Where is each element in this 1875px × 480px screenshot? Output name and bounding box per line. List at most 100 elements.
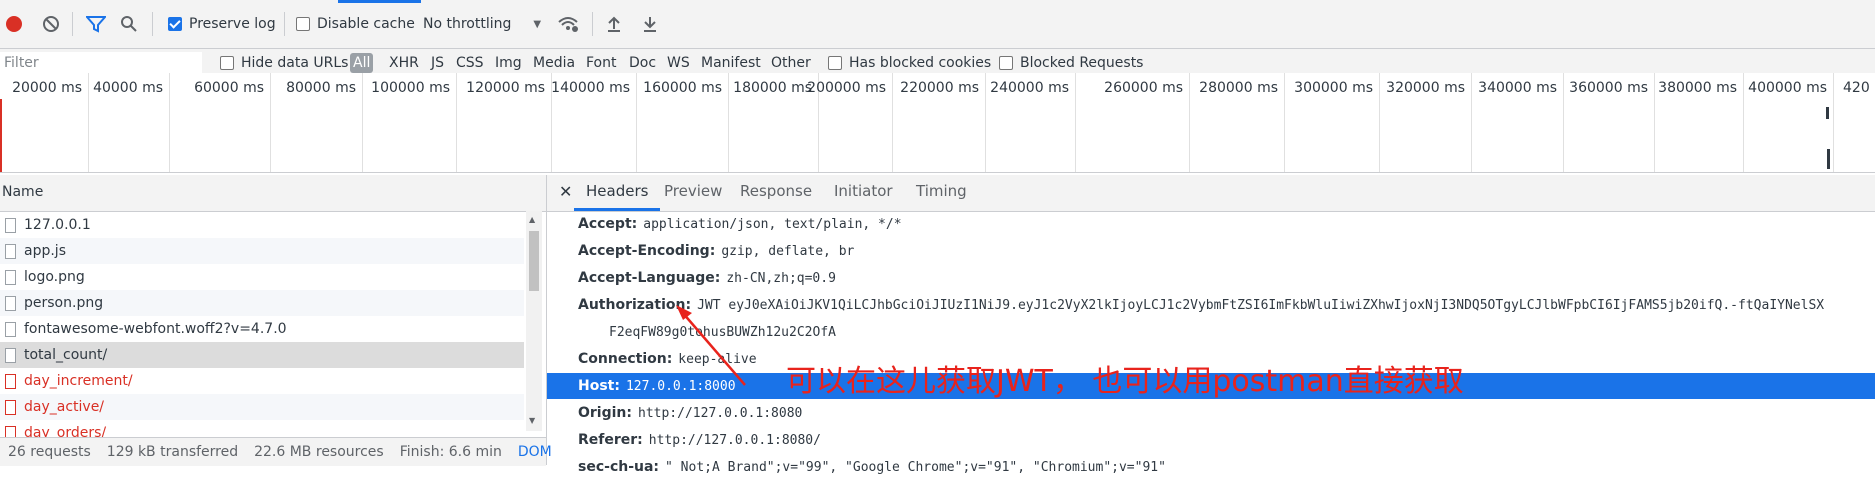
request-row[interactable]: fontawesome-webfont.woff2?v=4.7.0 xyxy=(0,316,524,342)
overview-request-bar xyxy=(1827,149,1830,169)
has-blocked-cookies-toggle[interactable]: Has blocked cookies xyxy=(828,54,991,72)
search-button[interactable] xyxy=(120,12,138,36)
header-value: keep-alive xyxy=(678,352,757,367)
network-toolbar: Preserve log Disable cache No throttling… xyxy=(0,0,1875,49)
header-row[interactable]: Accept-Encoding: gzip, deflate, br xyxy=(547,238,1875,264)
header-row[interactable]: sec-ch-ua: " Not;A Brand";v="99", "Google… xyxy=(547,454,1875,480)
request-list-scrollbar[interactable]: ▲ ▼ xyxy=(526,211,542,431)
header-value: F2eqFW89g0tohusBUWZh12u2C2OfA xyxy=(609,325,836,340)
header-row[interactable]: Authorization: JWT eyJ0eXAiOiJKV1QiLCJhbG… xyxy=(547,292,1875,318)
tab-preview[interactable]: Preview xyxy=(652,175,734,211)
timeline-tick-label: 300000 ms xyxy=(1294,80,1373,96)
toolbar-divider xyxy=(72,12,73,36)
timeline-tick-label: 380000 ms xyxy=(1658,80,1737,96)
timeline-gridline xyxy=(169,73,170,172)
type-filter-font[interactable]: Font xyxy=(583,53,619,73)
hide-data-urls-checkbox[interactable] xyxy=(220,56,234,70)
timeline-tick-label: 160000 ms xyxy=(643,80,722,96)
preserve-log-toggle[interactable]: Preserve log xyxy=(168,12,276,36)
timeline-gridline xyxy=(88,73,89,172)
network-conditions-button[interactable] xyxy=(557,12,579,36)
type-filter-other[interactable]: Other xyxy=(768,53,814,73)
import-har-button[interactable] xyxy=(606,12,622,36)
active-panel-indicator xyxy=(338,0,421,3)
blocked-requests-checkbox[interactable] xyxy=(999,56,1013,70)
request-row[interactable]: total_count/ xyxy=(0,342,524,368)
timeline-gridline xyxy=(892,73,893,172)
timeline-overview[interactable]: 20000 ms 40000 ms 60000 ms 80000 ms 100000 m… xyxy=(0,73,1875,173)
throttling-select[interactable]: No throttling ▼ xyxy=(423,12,541,36)
annotation-text: 可以在这儿获取JWT， 也可以用postman直接获取 xyxy=(786,364,1464,399)
close-details-icon[interactable]: ✕ xyxy=(559,182,572,201)
filter-button[interactable] xyxy=(86,12,106,36)
request-row[interactable]: person.png xyxy=(0,290,524,316)
header-row[interactable]: Accept-Language: zh-CN,zh;q=0.9 xyxy=(547,265,1875,291)
timeline-tick-label: 200000 ms xyxy=(807,80,886,96)
timeline-gridline xyxy=(1654,73,1655,172)
request-row[interactable]: day_active/ xyxy=(0,394,524,420)
disable-cache-checkbox[interactable] xyxy=(296,17,310,31)
file-icon xyxy=(5,269,16,285)
filter-input[interactable] xyxy=(0,52,202,73)
type-filter-img[interactable]: Img xyxy=(492,53,525,73)
name-column-header[interactable]: Name xyxy=(0,175,546,212)
type-filter-all[interactable]: All xyxy=(350,53,374,73)
filter-icon xyxy=(86,16,106,33)
export-har-button[interactable] xyxy=(642,12,658,36)
header-value: http://127.0.0.1:8080/ xyxy=(648,433,821,448)
record-button[interactable] xyxy=(6,12,22,36)
timeline-tick-label: 40000 ms xyxy=(93,80,163,96)
name-column-label: Name xyxy=(2,184,44,200)
request-row[interactable]: 127.0.0.1 xyxy=(0,212,524,238)
has-blocked-cookies-checkbox[interactable] xyxy=(828,56,842,70)
tab-timing[interactable]: Timing xyxy=(904,175,979,211)
type-filter-doc[interactable]: Doc xyxy=(626,53,659,73)
header-row[interactable]: F2eqFW89g0tohusBUWZh12u2C2OfA xyxy=(547,319,1875,345)
timeline-gridline xyxy=(270,73,271,172)
disable-cache-toggle[interactable]: Disable cache xyxy=(296,12,415,36)
toolbar-divider xyxy=(284,12,285,36)
header-row[interactable]: Referer: http://127.0.0.1:8080/ xyxy=(547,427,1875,453)
blocked-requests-toggle[interactable]: Blocked Requests xyxy=(999,54,1143,72)
clear-icon xyxy=(43,16,59,32)
scrollbar-thumb[interactable] xyxy=(529,231,539,291)
request-row[interactable]: app.js xyxy=(0,238,524,264)
type-filter-xhr[interactable]: XHR xyxy=(386,53,422,73)
header-value: http://127.0.0.1:8080 xyxy=(638,406,803,421)
hide-data-urls-toggle[interactable]: Hide data URLs xyxy=(220,54,348,72)
request-name: logo.png xyxy=(24,269,85,285)
tab-headers[interactable]: Headers xyxy=(574,175,661,211)
type-filter-js[interactable]: JS xyxy=(428,53,447,73)
scroll-up-icon[interactable]: ▲ xyxy=(529,215,535,224)
request-name: total_count/ xyxy=(24,347,108,363)
clear-button[interactable] xyxy=(42,12,60,36)
header-value: " Not;A Brand";v="99", "Google Chrome";v… xyxy=(665,460,1166,475)
timeline-gridline xyxy=(1563,73,1564,172)
header-row[interactable]: Accept: application/json, text/plain, */* xyxy=(547,211,1875,237)
type-filter-manifest[interactable]: Manifest xyxy=(698,53,764,73)
timeline-tick-label: 100000 ms xyxy=(371,80,450,96)
timeline-gridline xyxy=(1743,73,1744,172)
timeline-gridline xyxy=(728,73,729,172)
scroll-down-icon[interactable]: ▼ xyxy=(529,416,535,425)
type-filter-css[interactable]: CSS xyxy=(453,53,487,73)
record-icon xyxy=(6,16,22,32)
timeline-gridline xyxy=(1284,73,1285,172)
tab-initiator[interactable]: Initiator xyxy=(822,175,905,211)
timeline-tick-label: 20000 ms xyxy=(12,80,82,96)
tab-response[interactable]: Response xyxy=(728,175,824,211)
type-filter-media[interactable]: Media xyxy=(530,53,578,73)
timeline-gridline xyxy=(456,73,457,172)
type-filter-ws[interactable]: WS xyxy=(664,53,693,73)
timeline-tick-label: 360000 ms xyxy=(1569,80,1648,96)
request-name: 127.0.0.1 xyxy=(24,217,91,233)
request-row[interactable]: logo.png xyxy=(0,264,524,290)
file-icon xyxy=(5,243,16,259)
request-row[interactable]: day_increment/ xyxy=(0,368,524,394)
header-row[interactable]: Origin: http://127.0.0.1:8080 xyxy=(547,400,1875,426)
timeline-gridline xyxy=(1075,73,1076,172)
network-conditions-icon xyxy=(558,17,578,32)
timeline-tick-label: 260000 ms xyxy=(1104,80,1183,96)
preserve-log-checkbox[interactable] xyxy=(168,17,182,31)
header-value: application/json, text/plain, */* xyxy=(643,217,902,232)
